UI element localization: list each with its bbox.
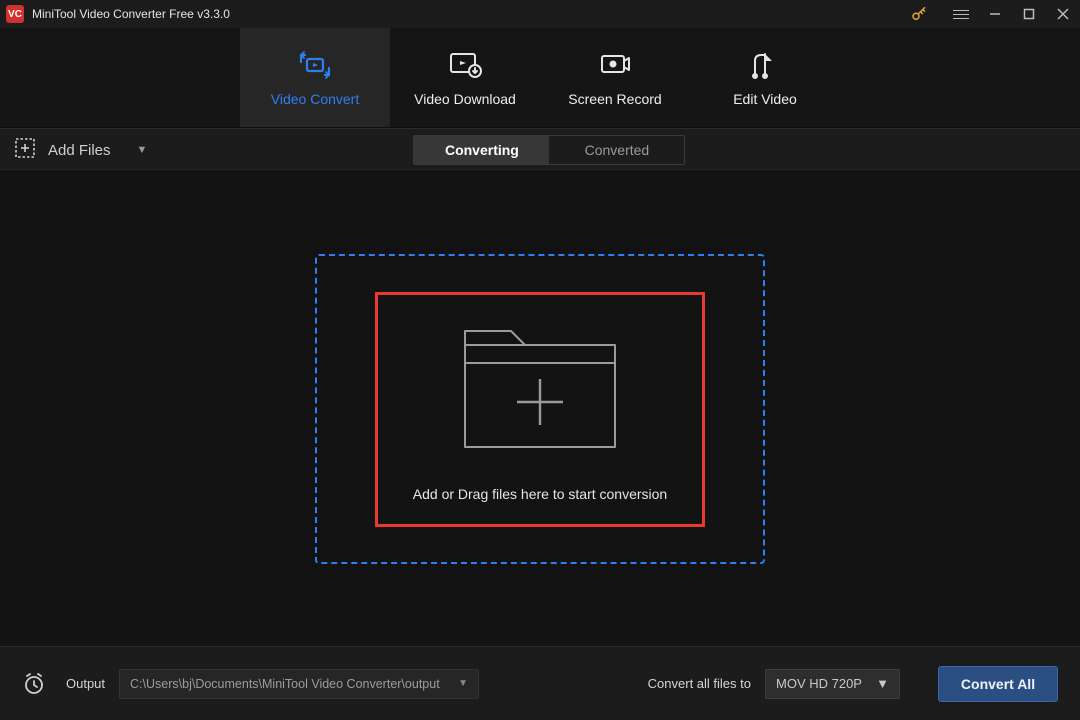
app-logo-icon: VC	[6, 5, 24, 23]
status-segmented-control: Converting Converted	[413, 135, 685, 165]
video-convert-icon	[298, 49, 332, 81]
chevron-down-icon: ▼	[137, 144, 148, 156]
video-download-icon	[448, 49, 482, 81]
titlebar: VC MiniTool Video Converter Free v3.3.0	[0, 0, 1080, 28]
tab-video-download[interactable]: Video Download	[390, 28, 540, 127]
output-path-select[interactable]: C:\Users\bj\Documents\MiniTool Video Con…	[119, 669, 479, 699]
convert-all-button[interactable]: Convert All	[938, 666, 1058, 702]
sub-toolbar: Add Files ▼ Converting Converted	[0, 128, 1080, 172]
close-button[interactable]	[1046, 0, 1080, 28]
chevron-down-icon: ▼	[458, 678, 468, 689]
tab-label: Video Download	[414, 91, 516, 107]
tab-video-convert[interactable]: Video Convert	[240, 28, 390, 127]
format-selected-text: MOV HD 720P	[776, 676, 862, 691]
tab-label: Video Convert	[271, 91, 359, 107]
main-tabbar: Video Convert Video Download	[0, 28, 1080, 128]
workspace: Add or Drag files here to start conversi…	[0, 172, 1080, 646]
folder-plus-icon	[455, 317, 625, 462]
drop-zone[interactable]: Add or Drag files here to start conversi…	[315, 254, 765, 564]
seg-converted[interactable]: Converted	[549, 136, 684, 164]
seg-converting[interactable]: Converting	[414, 136, 549, 164]
app-window: VC MiniTool Video Converter Free v3.3.0	[0, 0, 1080, 720]
drop-zone-text: Add or Drag files here to start conversi…	[413, 486, 667, 502]
tab-edit-video[interactable]: Edit Video	[690, 28, 840, 127]
chevron-down-icon: ▼	[876, 676, 889, 691]
minimize-button[interactable]	[978, 0, 1012, 28]
window-title: MiniTool Video Converter Free v3.3.0	[32, 7, 230, 21]
add-files-label: Add Files	[48, 142, 111, 159]
output-label: Output	[66, 676, 105, 691]
convert-all-button-label: Convert All	[961, 676, 1035, 692]
tab-screen-record[interactable]: Screen Record	[540, 28, 690, 127]
menu-icon[interactable]	[944, 0, 978, 28]
tab-label: Edit Video	[733, 91, 797, 107]
upgrade-key-icon[interactable]	[910, 5, 928, 23]
maximize-button[interactable]	[1012, 0, 1046, 28]
drop-zone-highlight: Add or Drag files here to start conversi…	[375, 292, 705, 527]
schedule-icon[interactable]	[22, 672, 46, 696]
output-format-select[interactable]: MOV HD 720P ▼	[765, 669, 900, 699]
add-files-button[interactable]: Add Files ▼	[14, 137, 147, 163]
add-file-icon	[14, 137, 36, 163]
tab-label: Screen Record	[568, 91, 661, 107]
output-path-text: C:\Users\bj\Documents\MiniTool Video Con…	[130, 677, 440, 691]
convert-all-label: Convert all files to	[648, 676, 751, 691]
screen-record-icon	[598, 49, 632, 81]
edit-video-icon	[750, 49, 780, 81]
bottom-bar: Output C:\Users\bj\Documents\MiniTool Vi…	[0, 646, 1080, 720]
